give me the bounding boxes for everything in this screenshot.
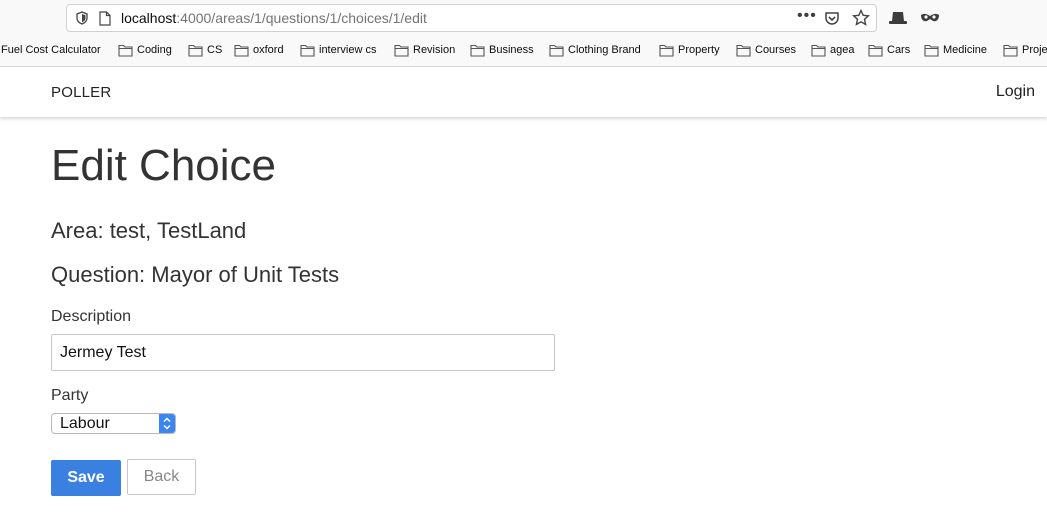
bookmark-folder[interactable]: Cars xyxy=(868,44,910,57)
party-label: Party xyxy=(51,387,89,404)
hat-icon[interactable] xyxy=(888,9,908,27)
folder-icon xyxy=(811,44,826,57)
save-button[interactable]: Save xyxy=(51,460,121,496)
folder-icon xyxy=(394,44,409,57)
bookmark-star-icon[interactable] xyxy=(852,9,870,27)
folder-icon xyxy=(736,44,751,57)
bookmark-folder[interactable]: CS xyxy=(188,44,222,57)
back-button[interactable]: Back xyxy=(127,459,196,495)
description-input[interactable] xyxy=(51,334,555,371)
party-select[interactable]: Labour xyxy=(51,413,176,434)
bookmark-folder[interactable]: Clothing Brand xyxy=(549,44,641,57)
folder-icon xyxy=(1003,44,1018,57)
bookmark-folder[interactable]: Proje xyxy=(1003,44,1047,57)
bookmark-folder[interactable]: Business xyxy=(470,44,534,57)
bookmark-folder[interactable]: Revision xyxy=(394,44,455,57)
folder-icon xyxy=(659,44,674,57)
url-text[interactable]: localhost:4000/areas/1/questions/1/choic… xyxy=(121,10,427,26)
folder-icon xyxy=(188,44,203,57)
question-heading: Question: Mayor of Unit Tests xyxy=(51,262,340,287)
bookmarks-toolbar: Fuel Cost Calculator Coding CS oxford in… xyxy=(0,36,1047,67)
browser-toolbar: localhost:4000/areas/1/questions/1/choic… xyxy=(0,0,1047,36)
brand-logo[interactable]: POLLER xyxy=(51,84,111,101)
app-navbar: POLLER Login xyxy=(0,68,1047,117)
party-selected-value: Labour xyxy=(60,415,110,432)
shield-icon[interactable] xyxy=(75,11,89,25)
bookmark-folder[interactable]: interview cs xyxy=(300,44,376,57)
bookmark-folder[interactable]: Medicine xyxy=(924,44,987,57)
page-actions-icon[interactable]: ••• xyxy=(797,7,817,25)
bookmark-folder[interactable]: agea xyxy=(811,44,854,57)
select-arrows-icon xyxy=(159,414,175,433)
pocket-icon[interactable] xyxy=(824,11,840,26)
bookmark-folder[interactable]: oxford xyxy=(234,44,284,57)
login-link[interactable]: Login xyxy=(996,83,1035,101)
folder-icon xyxy=(234,44,249,57)
folder-icon xyxy=(118,44,133,57)
bookmark-folder[interactable]: Courses xyxy=(736,44,796,57)
folder-icon xyxy=(300,44,315,57)
private-browsing-icon[interactable] xyxy=(920,9,940,27)
folder-icon xyxy=(868,44,883,57)
bookmark-folder[interactable]: Property xyxy=(659,44,720,57)
area-heading: Area: test, TestLand xyxy=(51,218,247,243)
address-bar[interactable]: localhost:4000/areas/1/questions/1/choic… xyxy=(66,4,877,32)
page-title: Edit Choice xyxy=(51,141,277,190)
page-info-icon[interactable] xyxy=(99,11,111,26)
bookmark-folder[interactable]: Coding xyxy=(118,44,172,57)
description-label: Description xyxy=(51,308,132,325)
folder-icon xyxy=(470,44,485,57)
bookmark-item[interactable]: Fuel Cost Calculator xyxy=(1,44,101,56)
folder-icon xyxy=(924,44,939,57)
folder-icon xyxy=(549,44,564,57)
